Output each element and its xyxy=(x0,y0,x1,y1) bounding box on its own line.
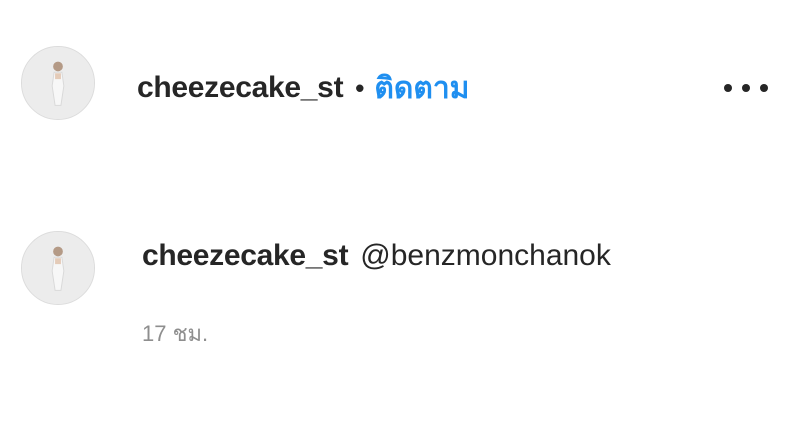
comment-mention-link[interactable]: @benzmonchanok xyxy=(360,239,611,273)
instagram-post-panel: cheezecake_st • ติดตาม cheezecake_st @be… xyxy=(0,0,800,429)
post-header: cheezecake_st • ติดตาม xyxy=(137,68,469,108)
follow-button[interactable]: ติดตาม xyxy=(374,65,469,112)
comment-author-username[interactable]: cheezecake_st xyxy=(142,239,349,273)
post-author-avatar[interactable] xyxy=(21,46,95,120)
comment-timestamp: 17 ชม. xyxy=(142,321,209,346)
profile-avatar-icon xyxy=(22,47,94,119)
comment-author-avatar[interactable] xyxy=(21,231,95,305)
post-author-username[interactable]: cheezecake_st xyxy=(137,71,344,105)
separator-dot: • xyxy=(355,72,365,103)
comment: cheezecake_st @benzmonchanok xyxy=(142,236,611,276)
more-options-icon[interactable] xyxy=(724,78,768,98)
profile-avatar-icon xyxy=(22,232,94,304)
